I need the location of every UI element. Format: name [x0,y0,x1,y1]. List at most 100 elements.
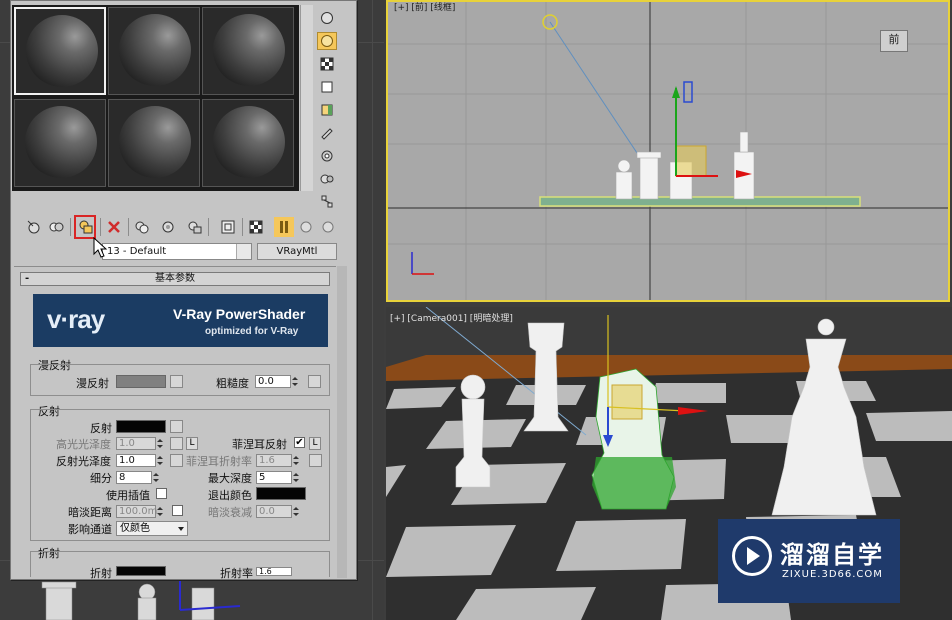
reset-material-button[interactable] [104,217,124,237]
material-type-button[interactable]: VRayMtl [257,243,337,260]
spinner-arrows-icon [291,375,299,388]
backlight-button[interactable] [317,32,337,50]
fresnel-ior-spinner[interactable]: 1.6 [256,454,299,467]
sample-slot-6[interactable] [202,99,294,187]
spinner-arrows-icon [156,437,164,450]
diffuse-label: 漫反射 [76,377,109,390]
diffuse-map-button[interactable] [170,375,183,388]
affect-channels-dropdown[interactable]: 仅颜色 [116,521,188,536]
select-by-material-icon [320,174,334,184]
preview-icon [321,128,333,140]
dim-falloff-label: 暗淡衰减 [208,506,252,519]
assign-to-selection-button[interactable] [74,215,96,239]
max-depth-spinner[interactable]: 5 [256,471,299,484]
subdivs-label: 细分 [90,472,112,485]
show-map-in-viewport-button[interactable] [246,217,266,237]
basic-params-rollout-header[interactable]: - 基本参数 [20,272,330,286]
video-color-check-button[interactable] [317,101,337,119]
material-sphere-preview [213,106,285,178]
show-end-result-button[interactable] [274,217,294,237]
backlight-icon [321,35,333,47]
material-sphere-preview [213,14,285,86]
checker-map-icon [249,220,263,234]
sample-slot-5[interactable] [108,99,200,187]
material-sphere-preview [25,106,97,178]
options-button[interactable] [317,147,337,165]
go-forward-icon [322,221,334,233]
color-check-icon [321,104,333,116]
dim-distance-checkbox[interactable] [172,505,183,516]
viewcube[interactable]: 前 [880,30,908,52]
roughness-spinner[interactable]: 0.0 [255,375,298,388]
exit-color-swatch[interactable] [256,487,306,500]
go-to-parent-icon [300,221,312,233]
reflect-map-button[interactable] [170,420,183,433]
reflect-color-swatch[interactable] [116,420,166,433]
spinner-arrows-icon [156,454,164,467]
hilight-glossiness-map-button[interactable] [170,437,183,450]
sample-slot-1[interactable] [14,7,106,95]
refract-color-swatch[interactable] [116,566,166,576]
use-interpolation-checkbox[interactable] [156,488,167,499]
subdivs-spinner[interactable]: 8 [116,471,159,484]
fresnel-reflections-checkbox[interactable]: ✔ [294,437,305,448]
make-unique-button[interactable] [158,217,178,237]
go-to-parent-button[interactable] [296,217,316,237]
background-chess-pieces [41,580,241,620]
put-to-library-button[interactable] [184,217,204,237]
dim-falloff-spinner[interactable]: 0.0 [256,505,299,518]
watermark-brand: 溜溜自学 [780,541,884,569]
fresnel-ior-map-button[interactable] [309,454,322,467]
hilight-glossiness-spinner[interactable]: 1.0 [116,437,163,450]
make-copy-button[interactable] [132,217,152,237]
assign-material-icon [79,220,93,234]
camera-viewport-label[interactable]: [+] [Camera001] [明暗处理] [390,311,513,324]
roughness-label: 粗糙度 [216,377,249,390]
hilight-glossiness-value: 1.0 [119,438,135,449]
go-forward-sibling-button[interactable] [318,217,338,237]
put-to-scene-button[interactable] [46,217,66,237]
refract-label: 折射 [90,567,112,580]
front-viewport[interactable] [386,0,950,302]
chevron-down-icon [178,527,184,531]
ior-value: 1.6 [259,567,272,576]
watermark-url: ZIXUE.3D66.COM [782,569,883,580]
reflection-glossiness-label: 反射光泽度 [56,455,111,468]
diffuse-color-swatch[interactable] [116,375,166,388]
front-viewport-label[interactable]: [+] [前] [线框] [394,0,455,13]
sample-slots-scrollbar[interactable] [300,5,313,191]
banner-title: V-Ray PowerShader [173,306,306,322]
sample-type-button[interactable] [317,9,337,27]
fresnel-lock-button[interactable]: L [309,437,321,450]
select-by-material-button[interactable] [317,170,337,188]
reflection-glossiness-spinner[interactable]: 1.0 [116,454,163,467]
sample-slot-3[interactable] [202,7,294,95]
uv-tiling-button[interactable] [317,78,337,96]
roughness-map-button[interactable] [308,375,321,388]
material-sphere-preview [26,15,98,87]
hilight-lock-button[interactable]: L [186,437,198,450]
max-depth-value: 5 [259,472,266,483]
ior-spinner[interactable]: 1.6 [256,567,292,576]
toolbar-separator [208,218,209,236]
sample-slot-4[interactable] [14,99,106,187]
grid-line [372,0,373,620]
toolbar-separator [242,218,243,236]
make-preview-button[interactable] [317,124,337,142]
dim-distance-spinner[interactable]: 100.0m [116,505,163,518]
get-material-button[interactable] [24,217,44,237]
hilight-glossiness-label: 高光光泽度 [56,438,111,451]
reflection-glossiness-map-button[interactable] [170,454,183,467]
reflection-glossiness-value: 1.0 [119,455,135,466]
material-id-channel-button[interactable] [218,217,238,237]
square-icon [321,81,333,93]
checker-icon [320,57,334,71]
sample-slot-2[interactable] [108,7,200,95]
background-button[interactable] [317,55,337,73]
collapse-toggle: - [25,273,30,284]
parameters-scrollbar[interactable] [337,266,347,578]
side-toolbar [313,5,341,211]
material-map-navigator-button[interactable] [317,193,337,211]
spinner-arrows-icon [152,471,160,484]
material-name-dropdown[interactable]: 13 - Default [102,243,252,260]
